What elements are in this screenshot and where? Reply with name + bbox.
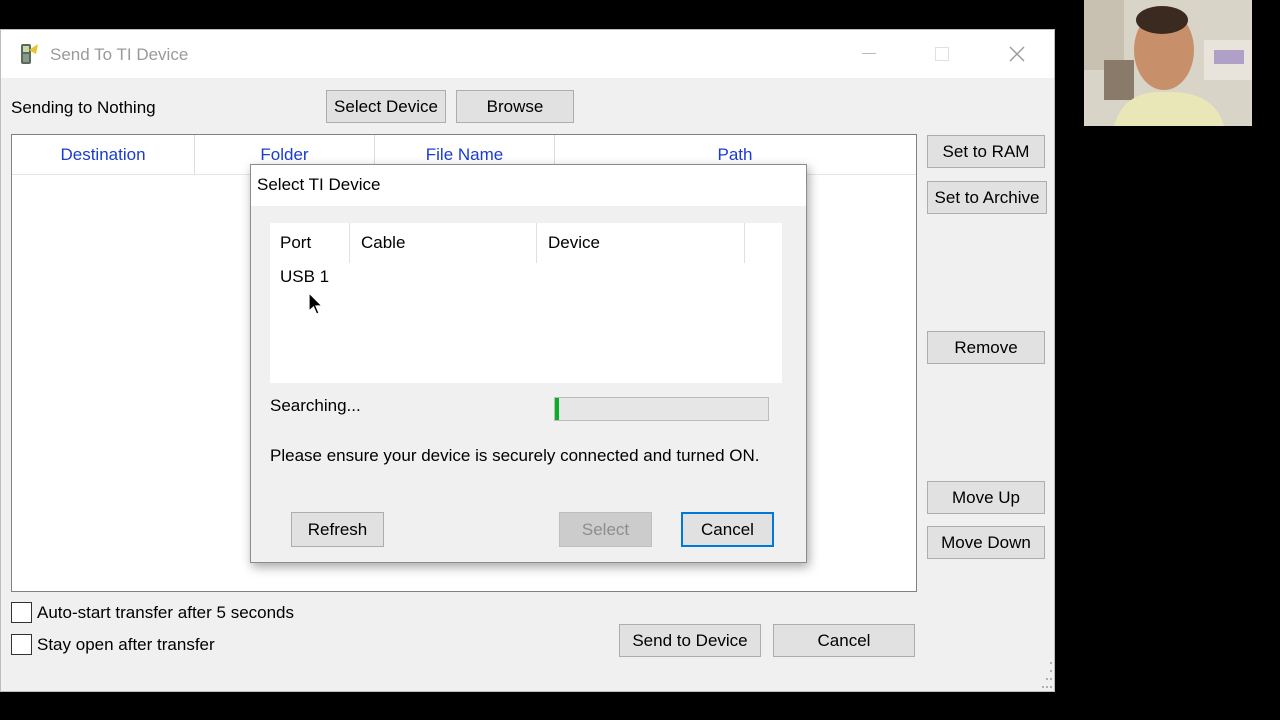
minimize-button[interactable] (846, 39, 892, 69)
mouse-cursor-icon (308, 292, 324, 315)
resize-grip-icon[interactable] (1041, 660, 1053, 690)
stay-open-checkbox[interactable] (11, 634, 32, 655)
stay-open-option[interactable]: Stay open after transfer (11, 634, 215, 655)
maximize-button[interactable] (919, 39, 965, 69)
search-progress-bar (554, 397, 769, 421)
column-port[interactable]: Port (270, 223, 350, 263)
progress-fill (555, 398, 559, 420)
auto-start-checkbox[interactable] (11, 602, 32, 623)
dialog-title-bar[interactable]: Select TI Device (251, 165, 806, 206)
connection-message: Please ensure your device is securely co… (270, 446, 760, 465)
device-port: USB 1 (280, 267, 330, 286)
browse-button[interactable]: Browse (456, 90, 574, 123)
column-destination[interactable]: Destination (12, 135, 195, 175)
device-list[interactable]: Port Cable Device USB 1 (270, 223, 782, 383)
move-down-button[interactable]: Move Down (927, 526, 1045, 559)
title-bar[interactable]: Send To TI Device (1, 30, 1054, 78)
remove-button[interactable]: Remove (927, 331, 1045, 364)
device-row[interactable]: USB 1 (280, 267, 329, 287)
sending-status-label: Sending to Nothing (11, 98, 156, 117)
stay-open-label: Stay open after transfer (37, 634, 215, 654)
auto-start-label: Auto-start transfer after 5 seconds (37, 602, 295, 622)
webcam-overlay (1084, 0, 1252, 126)
select-device-button[interactable]: Select Device (326, 90, 446, 123)
close-button[interactable] (994, 39, 1040, 69)
window-title: Send To TI Device (50, 45, 189, 64)
select-ti-device-dialog: Select TI Device Port Cable Device USB 1… (250, 164, 807, 563)
column-cable[interactable]: Cable (350, 223, 537, 263)
cancel-button[interactable]: Cancel (773, 624, 915, 657)
auto-start-option[interactable]: Auto-start transfer after 5 seconds (11, 602, 294, 623)
select-button[interactable]: Select (559, 512, 652, 547)
searching-status: Searching... (270, 396, 361, 415)
refresh-button[interactable]: Refresh (291, 512, 384, 547)
maximize-icon (935, 47, 949, 61)
set-to-archive-button[interactable]: Set to Archive (927, 181, 1047, 214)
send-to-device-button[interactable]: Send to Device (619, 624, 761, 657)
webcam-person-image (1084, 0, 1252, 126)
minimize-icon (862, 53, 876, 54)
dialog-cancel-button[interactable]: Cancel (681, 512, 774, 547)
column-device[interactable]: Device (537, 223, 745, 263)
move-up-button[interactable]: Move Up (927, 481, 1045, 514)
app-icon (21, 44, 38, 64)
set-to-ram-button[interactable]: Set to RAM (927, 135, 1045, 168)
dialog-title: Select TI Device (257, 175, 381, 194)
close-icon (1009, 46, 1025, 62)
